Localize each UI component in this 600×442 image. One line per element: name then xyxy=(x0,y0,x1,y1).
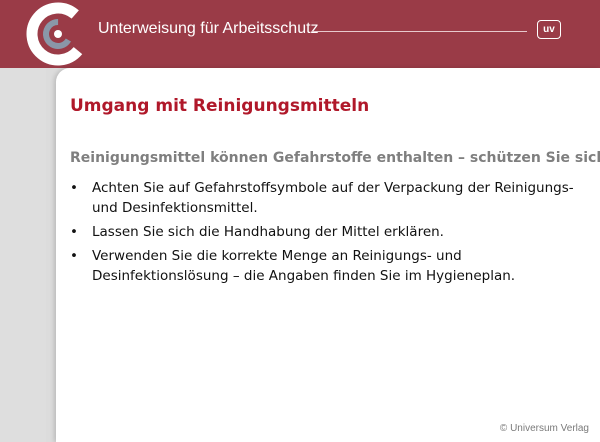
bullet-icon: • xyxy=(70,180,78,196)
slide-content: Umgang mit Reinigungsmitteln Reinigungsm… xyxy=(56,68,600,442)
bullet-icon: • xyxy=(70,224,78,240)
bullet-text: Achten Sie auf Gefahrstoffsymbole auf de… xyxy=(92,180,574,216)
slide-subtitle: Reinigungsmittel können Gefahrstoffe ent… xyxy=(70,150,600,166)
left-margin xyxy=(0,68,46,442)
header-title: Unterweisung für Arbeitsschutz xyxy=(98,20,319,37)
bullet-text: Lassen Sie sich die Handhabung der Mitte… xyxy=(92,224,444,240)
bullet-text: Verwenden Sie die korrekte Menge an Rein… xyxy=(92,248,516,284)
uv-badge: uv xyxy=(537,20,561,39)
copyright-footer: © Universum Verlag xyxy=(499,423,589,434)
ring-logo-icon xyxy=(26,2,90,66)
bullet-list: • Achten Sie auf Gefahrstoffsymbole auf d… xyxy=(70,178,590,290)
bullet-item: • Lassen Sie sich die Handhabung der Mitt… xyxy=(70,222,590,242)
header-divider xyxy=(312,31,527,32)
slide-title: Umgang mit Reinigungsmitteln xyxy=(70,96,370,116)
bullet-item: • Achten Sie auf Gefahrstoffsymbole auf d… xyxy=(70,178,590,218)
bullet-item: • Verwenden Sie die korrekte Menge an Rei… xyxy=(70,246,590,286)
bullet-icon: • xyxy=(70,248,78,264)
